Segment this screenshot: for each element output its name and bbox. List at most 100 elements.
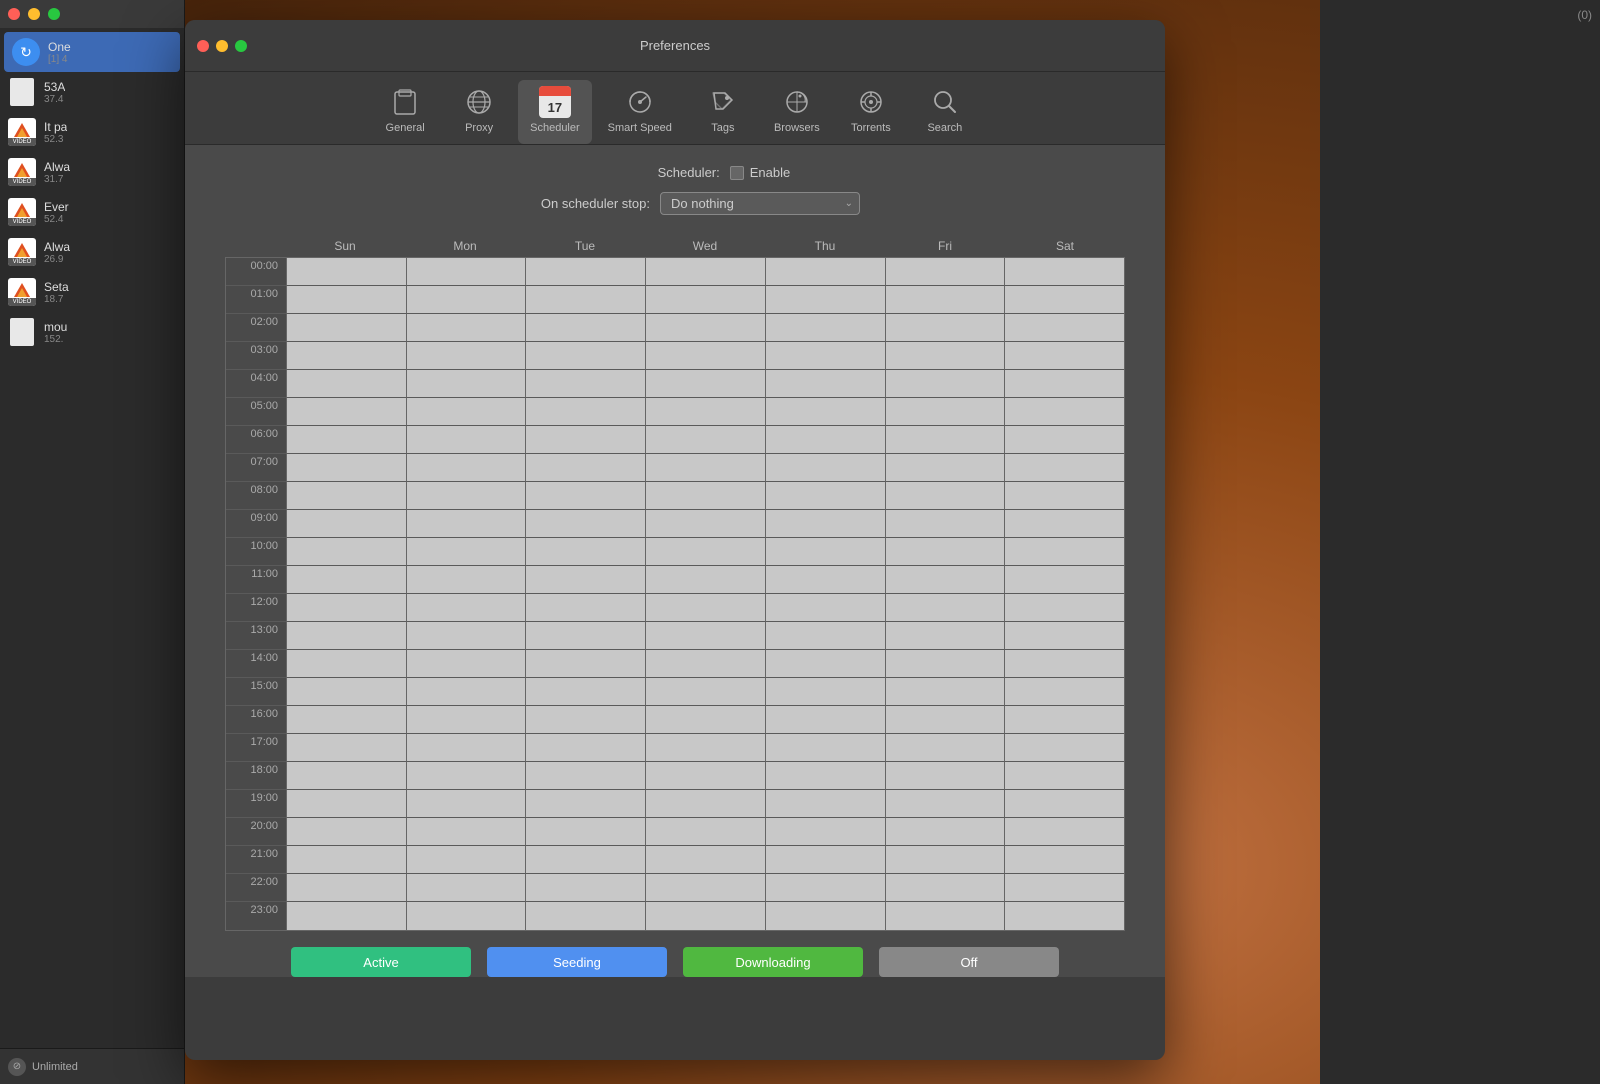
window-maximize-button[interactable]: [235, 40, 247, 52]
schedule-cell[interactable]: [645, 734, 765, 762]
schedule-cell[interactable]: [406, 818, 526, 846]
schedule-cell[interactable]: [406, 286, 526, 314]
schedule-cell[interactable]: [645, 762, 765, 790]
schedule-cell[interactable]: [525, 566, 645, 594]
schedule-cell[interactable]: [645, 454, 765, 482]
schedule-cell[interactable]: [765, 286, 885, 314]
schedule-cell[interactable]: [525, 790, 645, 818]
schedule-cell[interactable]: [525, 342, 645, 370]
schedule-cell[interactable]: [406, 902, 526, 930]
schedule-cell[interactable]: [525, 678, 645, 706]
schedule-cell[interactable]: [645, 846, 765, 874]
schedule-cell[interactable]: [765, 342, 885, 370]
schedule-cell[interactable]: [765, 762, 885, 790]
schedule-cell[interactable]: [525, 650, 645, 678]
schedule-cell[interactable]: [525, 314, 645, 342]
schedule-cell[interactable]: [406, 566, 526, 594]
schedule-cell[interactable]: [525, 874, 645, 902]
schedule-cell[interactable]: [525, 818, 645, 846]
list-item[interactable]: VIDEO Alwa 26.9: [0, 232, 184, 272]
schedule-cell[interactable]: [525, 846, 645, 874]
schedule-cell[interactable]: [406, 594, 526, 622]
traffic-light-red[interactable]: [8, 8, 20, 20]
schedule-cell[interactable]: [1004, 538, 1124, 566]
schedule-cell[interactable]: [286, 538, 406, 566]
schedule-cell[interactable]: [885, 370, 1005, 398]
schedule-cell[interactable]: [525, 734, 645, 762]
legend-seeding-button[interactable]: Seeding: [487, 947, 667, 977]
toolbar-item-proxy[interactable]: Proxy: [444, 80, 514, 144]
list-item[interactable]: mou 152.: [0, 312, 184, 352]
schedule-cell[interactable]: [1004, 762, 1124, 790]
schedule-cell[interactable]: [885, 510, 1005, 538]
list-item[interactable]: VIDEO Seta 18.7: [0, 272, 184, 312]
schedule-cell[interactable]: [1004, 678, 1124, 706]
schedule-cell[interactable]: [1004, 426, 1124, 454]
traffic-light-green[interactable]: [48, 8, 60, 20]
schedule-cell[interactable]: [645, 538, 765, 566]
schedule-cell[interactable]: [406, 314, 526, 342]
schedule-cell[interactable]: [885, 314, 1005, 342]
schedule-cell[interactable]: [1004, 734, 1124, 762]
schedule-cell[interactable]: [645, 426, 765, 454]
schedule-cell[interactable]: [286, 398, 406, 426]
schedule-cell[interactable]: [885, 762, 1005, 790]
schedule-cell[interactable]: [286, 706, 406, 734]
schedule-cell[interactable]: [525, 594, 645, 622]
schedule-cell[interactable]: [645, 314, 765, 342]
schedule-cell[interactable]: [406, 482, 526, 510]
schedule-cell[interactable]: [286, 594, 406, 622]
toolbar-item-general[interactable]: General: [370, 80, 440, 144]
schedule-cell[interactable]: [1004, 790, 1124, 818]
schedule-cell[interactable]: [525, 286, 645, 314]
schedule-cell[interactable]: [885, 790, 1005, 818]
toolbar-item-scheduler[interactable]: 17 Scheduler: [518, 80, 592, 144]
schedule-cell[interactable]: [406, 342, 526, 370]
legend-active-button[interactable]: Active: [291, 947, 471, 977]
schedule-cell[interactable]: [525, 622, 645, 650]
schedule-cell[interactable]: [645, 286, 765, 314]
schedule-cell[interactable]: [406, 370, 526, 398]
toolbar-item-smart-speed[interactable]: Smart Speed: [596, 80, 684, 144]
schedule-cell[interactable]: [1004, 286, 1124, 314]
schedule-cell[interactable]: [406, 790, 526, 818]
schedule-cell[interactable]: [286, 902, 406, 930]
schedule-cell[interactable]: [406, 258, 526, 286]
legend-off-button[interactable]: Off: [879, 947, 1059, 977]
schedule-cell[interactable]: [406, 706, 526, 734]
schedule-cell[interactable]: [765, 874, 885, 902]
schedule-cell[interactable]: [286, 566, 406, 594]
schedule-cell[interactable]: [525, 510, 645, 538]
schedule-cell[interactable]: [286, 790, 406, 818]
schedule-cell[interactable]: [765, 818, 885, 846]
schedule-cell[interactable]: [1004, 706, 1124, 734]
schedule-cell[interactable]: [1004, 314, 1124, 342]
schedule-cell[interactable]: [406, 454, 526, 482]
schedule-cell[interactable]: [1004, 874, 1124, 902]
schedule-cell[interactable]: [885, 622, 1005, 650]
schedule-cell[interactable]: [1004, 818, 1124, 846]
schedule-cell[interactable]: [1004, 398, 1124, 426]
schedule-cell[interactable]: [885, 650, 1005, 678]
toolbar-item-torrents[interactable]: Torrents: [836, 80, 906, 144]
schedule-cell[interactable]: [1004, 846, 1124, 874]
schedule-cell[interactable]: [765, 510, 885, 538]
schedule-cell[interactable]: [525, 902, 645, 930]
schedule-cell[interactable]: [1004, 594, 1124, 622]
schedule-cell[interactable]: [765, 538, 885, 566]
schedule-cell[interactable]: [645, 594, 765, 622]
schedule-cell[interactable]: [765, 566, 885, 594]
list-item[interactable]: VIDEO Ever 52.4: [0, 192, 184, 232]
schedule-cell[interactable]: [765, 902, 885, 930]
schedule-cell[interactable]: [645, 622, 765, 650]
schedule-cell[interactable]: [645, 902, 765, 930]
schedule-cell[interactable]: [286, 818, 406, 846]
schedule-cell[interactable]: [765, 678, 885, 706]
schedule-cell[interactable]: [765, 482, 885, 510]
schedule-cell[interactable]: [885, 426, 1005, 454]
schedule-cell[interactable]: [645, 258, 765, 286]
schedule-cell[interactable]: [645, 370, 765, 398]
schedule-cell[interactable]: [765, 706, 885, 734]
schedule-cell[interactable]: [885, 258, 1005, 286]
schedule-cell[interactable]: [645, 874, 765, 902]
